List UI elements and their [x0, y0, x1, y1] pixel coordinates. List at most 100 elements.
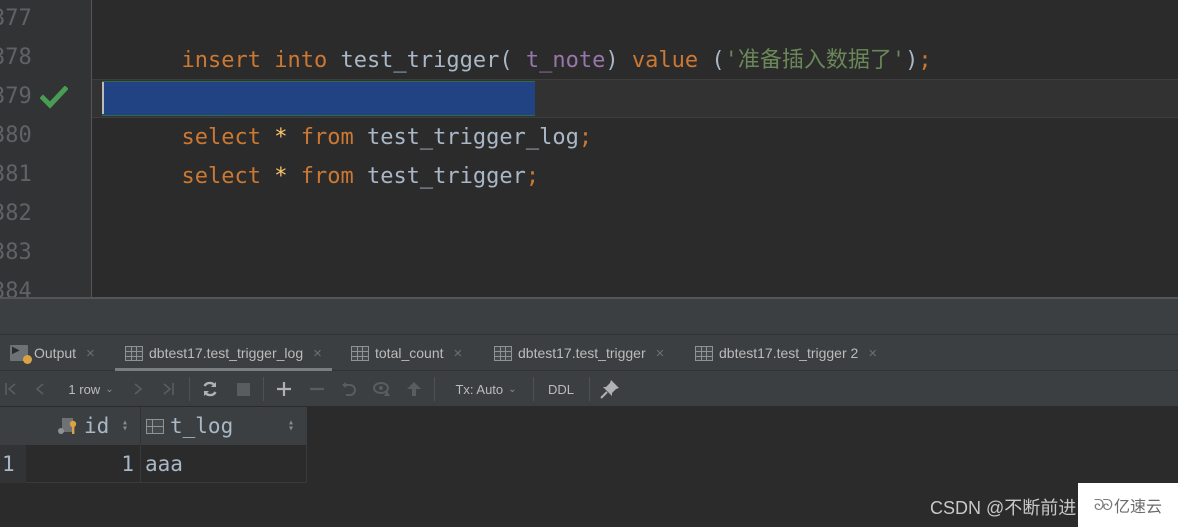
transaction-mode-dropdown[interactable]: Tx: Auto ⌄ [448, 371, 524, 407]
tab-label: total_count [375, 345, 444, 361]
close-icon[interactable]: × [86, 345, 95, 362]
code-area[interactable]: insert into test_trigger( t_note) value … [92, 0, 1178, 297]
table-icon [494, 345, 512, 361]
toolbar-separator [434, 377, 435, 401]
cell-id[interactable]: 1 [26, 445, 141, 483]
line-number: 381 [0, 162, 32, 187]
row-count-dropdown[interactable]: 1 row ⌄ [62, 371, 120, 407]
line-number: 379 [0, 84, 32, 109]
tab-test-trigger[interactable]: dbtest17.test_trigger × [494, 335, 664, 371]
close-icon[interactable]: × [313, 345, 322, 362]
identifier: test_trigger( [327, 48, 526, 73]
keyword: select [181, 164, 261, 189]
cell-t-log[interactable]: aaa [141, 445, 307, 483]
chevron-down-icon: ⌄ [105, 383, 114, 395]
column-icon [146, 418, 164, 434]
arrow-up-icon[interactable] [404, 371, 424, 407]
tx-mode-label: Tx: Auto [455, 381, 504, 397]
semicolon: ; [525, 164, 540, 189]
last-page-icon[interactable] [158, 371, 178, 407]
table-row[interactable]: 1 1 aaa [0, 445, 307, 483]
tab-label: dbtest17.test_trigger [518, 345, 646, 361]
column-name: id [84, 414, 110, 438]
punctuation: ( [698, 48, 725, 73]
preview-icon[interactable] [371, 371, 393, 407]
code-line-379[interactable]: select * from test_trigger_log; [102, 79, 592, 150]
plus-icon[interactable] [274, 371, 294, 407]
text-caret [102, 82, 104, 114]
cloud-icon: ᘐᘐ [1093, 496, 1113, 514]
line-number: 383 [0, 240, 32, 265]
table-icon [695, 345, 713, 361]
watermark-text: CSDN @不断前进 [930, 498, 1077, 518]
table-icon [351, 345, 369, 361]
services-panel-header [0, 299, 1178, 335]
sort-icon[interactable]: ▴ ▾ [288, 418, 294, 434]
string-literal: '准备插入数据了' [724, 48, 906, 73]
close-icon[interactable]: × [868, 345, 877, 362]
toolbar-separator [189, 377, 190, 401]
tab-output[interactable]: Output × [10, 335, 95, 371]
output-icon [10, 345, 32, 364]
chevron-down-icon: ⌄ [508, 383, 517, 395]
toolbar-separator [263, 377, 264, 401]
line-number: 377 [0, 6, 32, 31]
results-tabs: Output × dbtest17.test_trigger_log × tot… [0, 335, 1178, 371]
line-number: 382 [0, 201, 32, 226]
column-resize-handle[interactable] [140, 407, 141, 445]
close-icon[interactable]: × [656, 345, 665, 362]
column-name: t_note [525, 48, 606, 73]
keyword: insert [181, 48, 261, 73]
code-line-377[interactable]: insert into test_trigger( t_note) value … [102, 2, 931, 73]
undo-icon[interactable] [339, 371, 359, 407]
keyword: value [631, 48, 699, 73]
tab-test-trigger-2[interactable]: dbtest17.test_trigger 2 × [695, 335, 877, 371]
brand-logo: ᘐᘐ 亿速云 [1078, 483, 1178, 527]
tab-label: Output [34, 345, 77, 361]
line-number: 378 [0, 45, 32, 70]
grid-header: id ▴ ▾ t_log ▴ ▾ [0, 407, 307, 445]
toolbar-separator [533, 377, 534, 401]
row-count-label: 1 row [68, 381, 101, 397]
line-number: 384 [0, 279, 32, 297]
minus-icon[interactable] [307, 371, 327, 407]
asterisk: * [274, 164, 288, 189]
punctuation: ) [905, 48, 919, 73]
line-number: 380 [0, 123, 32, 148]
reload-icon[interactable] [199, 371, 221, 407]
ddl-button[interactable]: DDL [543, 371, 579, 407]
column-name: t_log [170, 414, 234, 438]
primary-key-column-icon [58, 418, 77, 434]
pin-icon[interactable] [598, 371, 622, 407]
first-page-icon[interactable] [2, 371, 20, 407]
check-icon [40, 86, 68, 109]
sort-icon[interactable]: ▴ ▾ [122, 418, 128, 434]
editor-gutter: 377 378 379 380 381 382 383 384 [0, 0, 92, 297]
code-line-380[interactable]: select * from test_trigger; [102, 118, 539, 189]
next-page-icon[interactable] [128, 371, 148, 407]
prev-page-icon[interactable] [30, 371, 50, 407]
tab-label: dbtest17.test_trigger 2 [719, 345, 859, 361]
stop-icon[interactable] [233, 371, 253, 407]
column-header-id[interactable]: id ▴ ▾ [58, 407, 138, 445]
tab-total-count[interactable]: total_count × [351, 335, 462, 371]
identifier: test_trigger [353, 164, 526, 189]
keyword: into [274, 48, 328, 73]
close-icon[interactable]: × [454, 345, 463, 362]
punctuation: ) [605, 48, 632, 73]
results-toolbar: 1 row ⌄ Tx: Auto ⌄ DDL [0, 371, 1178, 407]
keyword: from [300, 164, 354, 189]
column-header-t-log[interactable]: t_log ▴ ▾ [146, 407, 306, 445]
ddl-label: DDL [547, 381, 574, 397]
tab-test-trigger-log[interactable]: dbtest17.test_trigger_log × [115, 335, 332, 371]
sql-editor[interactable]: 377 378 379 380 381 382 383 384 insert i… [0, 0, 1178, 297]
tab-label: dbtest17.test_trigger_log [149, 345, 304, 361]
toolbar-separator [589, 377, 590, 401]
semicolon: ; [918, 48, 932, 73]
semicolon: ; [578, 125, 593, 150]
row-number[interactable]: 1 [0, 445, 26, 483]
brand-logo-text: 亿速云 [1114, 499, 1163, 516]
